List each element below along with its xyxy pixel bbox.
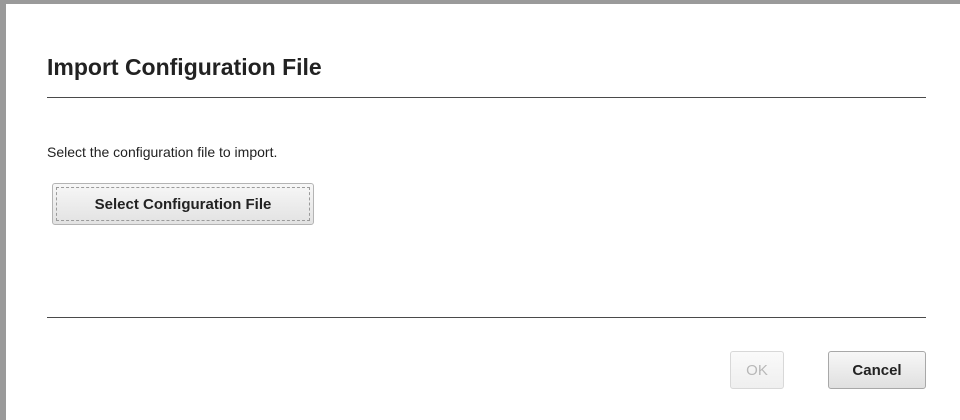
- ok-button[interactable]: OK: [730, 351, 784, 389]
- select-configuration-file-label: Select Configuration File: [56, 187, 310, 221]
- cancel-button[interactable]: Cancel: [828, 351, 926, 389]
- dialog-instructions: Select the configuration file to import.: [47, 144, 278, 160]
- dialog-title: Import Configuration File: [47, 54, 322, 80]
- footer-divider: [47, 317, 926, 318]
- import-config-dialog: Import Configuration File Select the con…: [0, 0, 960, 420]
- title-divider: [47, 97, 926, 98]
- select-configuration-file-button[interactable]: Select Configuration File: [52, 183, 314, 225]
